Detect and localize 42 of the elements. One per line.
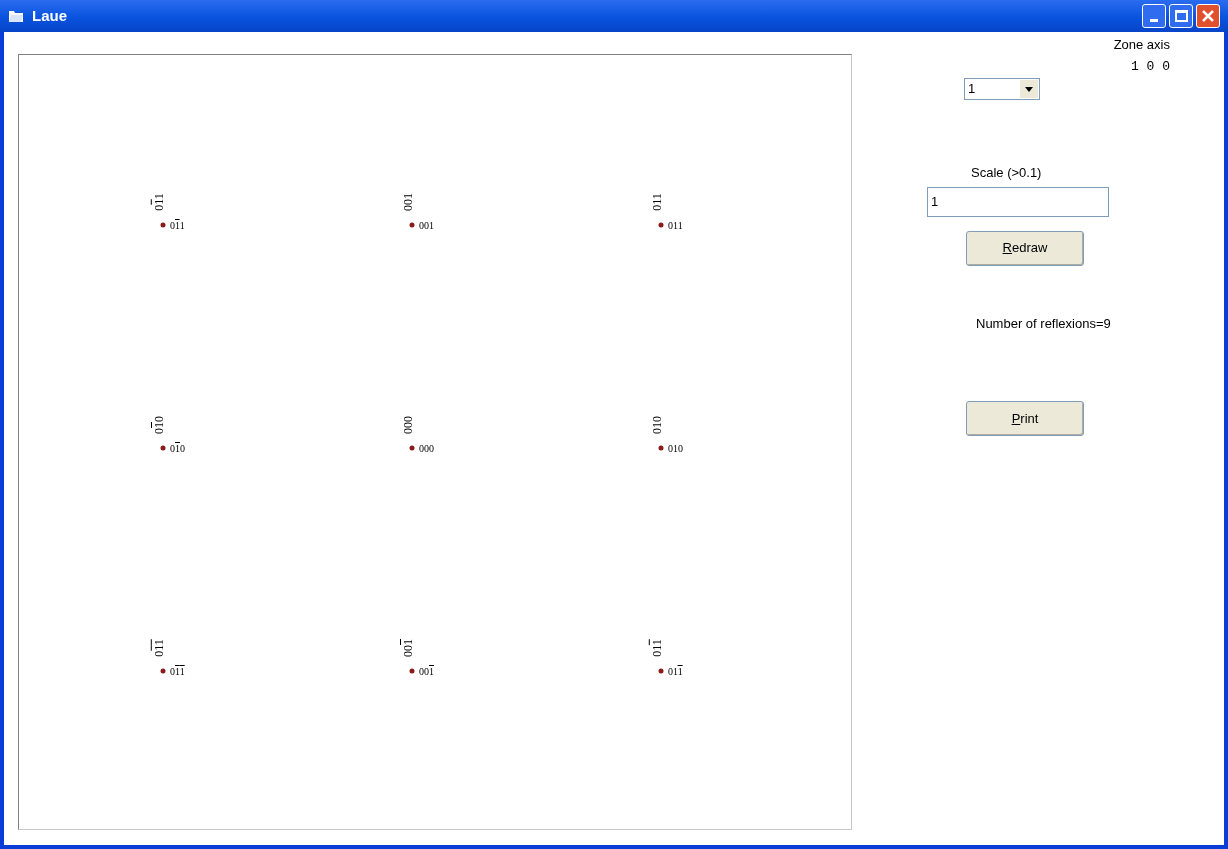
- spot-icon: [159, 221, 167, 229]
- spot-icon: [657, 444, 665, 452]
- reflexions-count: Number of reflexions=9: [976, 314, 1112, 333]
- spot-icon: [159, 667, 167, 675]
- spot-icon: [408, 444, 416, 452]
- scale-input[interactable]: 1: [927, 186, 1109, 217]
- zone-axis-label: Zone axis: [1113, 36, 1170, 54]
- button[interactable]: Redraw: [966, 230, 1084, 266]
- caret-icon: [1025, 86, 1033, 92]
- dropdown[interactable]: 1: [964, 78, 1040, 100]
- minimize-button[interactable]: [1142, 4, 1166, 28]
- zone-axis-value: 1 0 0: [1131, 57, 1170, 76]
- index-label: 011: [668, 219, 683, 231]
- close-button[interactable]: [1196, 4, 1220, 28]
- close-icon: [1201, 9, 1215, 23]
- vertical-index-label: 001: [400, 639, 414, 657]
- vertical-index-label: 000: [400, 416, 414, 434]
- index-label: 000: [419, 442, 434, 454]
- vertical-index-label: 011: [150, 193, 165, 211]
- folder-icon: [8, 9, 24, 23]
- index-label: 010: [668, 442, 683, 454]
- index-label: 010: [170, 442, 185, 454]
- vertical-index-label: 001: [400, 193, 414, 211]
- index-label: 011: [170, 665, 185, 677]
- maximize-button[interactable]: [1169, 4, 1193, 28]
- vertical-index-label: 011: [648, 193, 663, 211]
- vertical-index-label: 011: [150, 639, 165, 657]
- vertical-index-label: 010: [151, 416, 165, 434]
- index-label: 001: [419, 219, 434, 231]
- spot-icon: [159, 444, 167, 452]
- index-label: 011: [170, 219, 185, 231]
- spot-icon: [657, 667, 665, 675]
- index-label: 011: [668, 665, 683, 677]
- spot-icon: [657, 221, 665, 229]
- vertical-index-label: 010: [649, 416, 663, 434]
- spot-icon: [408, 221, 416, 229]
- vertical-index-label: 011: [648, 639, 663, 657]
- button[interactable]: Print: [966, 401, 1084, 436]
- window-title: Laue: [32, 5, 67, 26]
- spot-icon: [408, 667, 416, 675]
- scale-label: Scale (>0.1): [971, 164, 1043, 182]
- index-label: 001: [419, 665, 434, 677]
